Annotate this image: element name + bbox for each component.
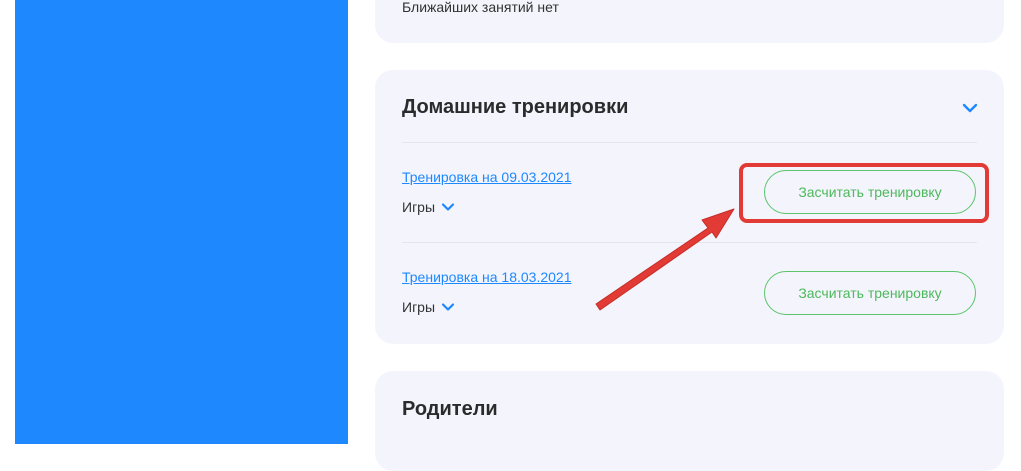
annotation-arrow-icon bbox=[595, 208, 735, 311]
